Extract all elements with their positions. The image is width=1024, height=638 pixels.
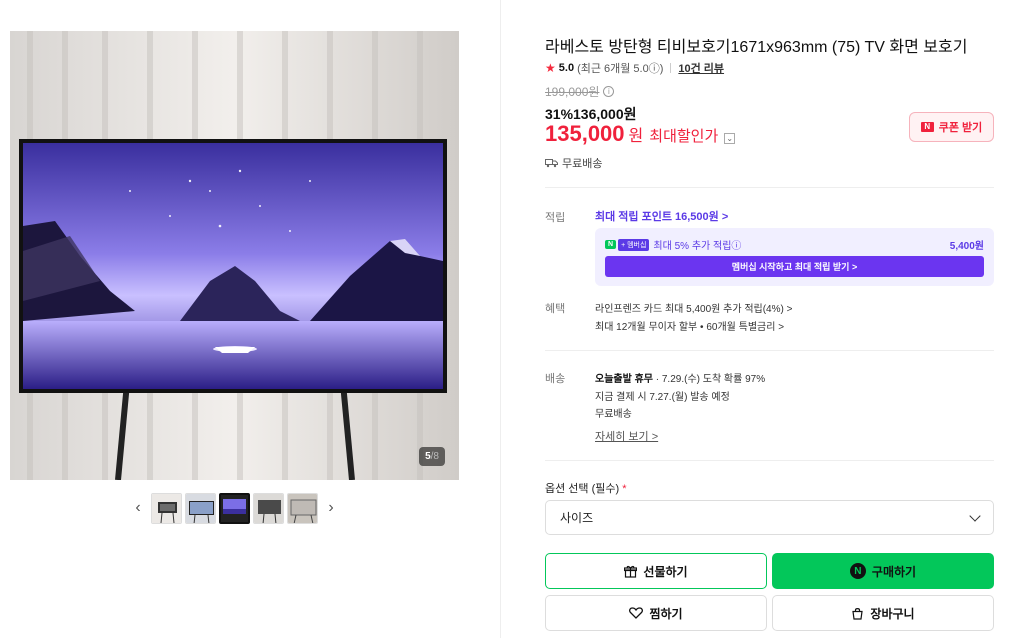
max-discount-label: 최대할인가	[649, 128, 719, 145]
chevron-left-icon: ‹	[135, 499, 141, 516]
delivery-eta: · 7.29.(수) 도착 확률 97%	[652, 374, 766, 385]
shopping-bag-icon	[852, 607, 864, 620]
naver-pay-icon: N	[849, 563, 866, 579]
thumbnail-image	[221, 494, 248, 522]
product-title: 라베스토 방탄형 티비보호기1671x963mm (75) TV 화면 보호기	[545, 39, 968, 56]
thumbnail-5[interactable]	[287, 492, 318, 524]
option-label-text: 옵션 선택 (필수)	[545, 483, 620, 495]
image-counter: 5/8	[419, 447, 445, 466]
coupon-icon: N	[920, 122, 934, 132]
benefit-installment-link[interactable]: 최대 12개월 무이자 할부 • 60개월 특별금리 >	[595, 318, 784, 333]
product-image[interactable]: 5/8	[10, 31, 459, 480]
chevron-down-icon	[969, 509, 981, 522]
divider	[545, 187, 994, 188]
rating-detail[interactable]: (최근 6개월 5.0ⓘ)	[577, 60, 663, 76]
chevron-right-icon: ›	[328, 499, 334, 516]
membership-extra-text: 최대 5% 추가 적립ⓘ	[653, 241, 742, 252]
chevron-down-icon[interactable]: ⌄	[724, 133, 736, 144]
truck-icon	[545, 159, 558, 168]
buy-label: 구매하기	[871, 564, 917, 579]
max-points-link[interactable]: 최대 적립 포인트 16,500원 >	[595, 208, 728, 224]
thumbnail-1[interactable]	[151, 492, 182, 524]
benefits-label: 혜택	[545, 303, 566, 315]
tv-photo	[10, 31, 459, 480]
size-select-value: 사이즈	[560, 511, 594, 525]
heart-icon	[629, 607, 644, 619]
thumbnail-image	[152, 493, 181, 523]
cart-button[interactable]: 장바구니	[772, 595, 994, 631]
divider	[545, 460, 994, 461]
required-mark: *	[622, 483, 627, 495]
delivery-status: 오늘출발 휴무	[595, 374, 653, 385]
buy-button[interactable]: N 구매하기	[772, 553, 994, 589]
currency-unit: 원	[628, 128, 644, 145]
thumbnail-2[interactable]	[185, 492, 216, 524]
free-shipping-row: 무료배송	[545, 155, 602, 171]
thumb-next-button[interactable]: ›	[321, 492, 341, 524]
thumbnail-strip: ‹ ›	[128, 491, 341, 525]
thumbnail-4[interactable]	[253, 492, 284, 524]
delivery-label: 배송	[545, 373, 566, 385]
delivery-detail-link[interactable]: 자세히 보기 >	[595, 428, 658, 444]
naver-badge: N	[605, 240, 617, 249]
membership-extra-row: N + 멤버십 최대 5% 추가 적립ⓘ 5,400원	[605, 237, 984, 252]
star-icon: ★	[545, 61, 556, 75]
original-price-row: 199,000원 i	[545, 83, 615, 100]
membership-box: N + 멤버십 최대 5% 추가 적립ⓘ 5,400원 멤버십 시작하고 최대 …	[595, 228, 994, 286]
max-discount-row: 135,000 원 최대할인가 ⌄	[545, 121, 736, 147]
thumb-prev-button[interactable]: ‹	[128, 492, 148, 524]
thumbnail-3[interactable]	[219, 492, 250, 524]
gift-label: 선물하기	[643, 564, 688, 579]
benefit-card-link[interactable]: 라인프렌즈 카드 최대 5,400원 추가 적립(4%) >	[595, 300, 792, 315]
coupon-button[interactable]: N 쿠폰 받기	[909, 112, 994, 142]
membership-extra-amount: 5,400원	[949, 241, 984, 252]
separator	[670, 63, 672, 73]
original-price: 199,000원	[545, 85, 600, 99]
cart-label: 장바구니	[870, 606, 915, 621]
max-discount-price: 135,000	[545, 121, 625, 146]
thumbnail-image	[186, 493, 215, 523]
info-icon[interactable]: i	[603, 86, 615, 97]
column-divider	[500, 0, 501, 638]
rating-row: ★ 5.0 (최근 6개월 5.0ⓘ) 10건 리뷰	[545, 60, 724, 76]
wishlist-button[interactable]: 찜하기	[545, 595, 767, 631]
option-label: 옵션 선택 (필수) *	[545, 480, 627, 496]
divider	[545, 350, 994, 351]
review-count-link[interactable]: 10건 리뷰	[678, 60, 724, 76]
points-label: 적립	[545, 212, 566, 224]
rating-value: 5.0	[558, 62, 575, 74]
delivery-line-3: 무료배송	[595, 409, 632, 420]
start-membership-button[interactable]: 멤버십 시작하고 최대 적립 받기 >	[605, 256, 984, 277]
gift-button[interactable]: 선물하기	[545, 553, 767, 589]
wishlist-label: 찜하기	[649, 606, 683, 621]
coupon-label: 쿠폰 받기	[938, 122, 983, 134]
membership-badge: + 멤버십	[618, 238, 650, 251]
delivery-line-2: 지금 결제 시 7.27.(월) 발송 예정	[595, 392, 730, 403]
free-shipping-label: 무료배송	[562, 158, 603, 170]
gift-icon	[624, 565, 638, 578]
delivery-line-1: 오늘출발 휴무 · 7.29.(수) 도착 확률 97%	[595, 370, 765, 385]
size-select[interactable]: 사이즈	[545, 500, 994, 535]
thumbnail-image	[254, 493, 283, 523]
thumbnail-image	[288, 493, 317, 523]
